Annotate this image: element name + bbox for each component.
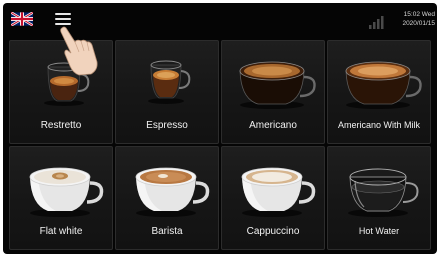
touch-screen: 15:02 Wed 2020/01/15 Restretto Espresso … [3,3,437,254]
drink-tile-americano[interactable]: Americano [221,40,325,144]
hamburger-menu-icon[interactable] [55,13,71,26]
signal-bars-icon [369,16,384,29]
drink-tile-barista[interactable]: Barista [115,146,219,250]
drink-label: Americano [249,120,297,131]
espresso-cup-icon [148,60,191,104]
drink-label: Americano With Milk [337,120,420,130]
drink-label: Hot Water [358,226,400,236]
drink-tile-cappuccino[interactable]: Cappuccino [221,146,325,250]
drink-tile-americano-with-milk[interactable]: Americano With Milk [327,40,431,144]
americano-with-milk-cup-icon [345,61,422,109]
drink-label: Cappuccino [246,226,300,237]
clock-date: 2020/01/15 [402,20,435,27]
uk-flag-icon[interactable] [11,12,33,26]
flat-white-cup-icon [29,167,104,217]
pointing-hand-icon [60,26,98,76]
americano-cup-icon [239,61,316,109]
clock-time: 15:02 Wed [403,11,435,18]
drink-label: Restretto [40,120,82,131]
cappuccino-cup-icon [241,167,316,217]
drink-tile-espresso[interactable]: Espresso [115,40,219,144]
drink-tile-flat-white[interactable]: Flat white [9,146,113,250]
drink-label: Espresso [146,120,188,131]
clock: 15:02 Wed 2020/01/15 [391,10,435,28]
drink-tile-hot-water[interactable]: Hot Water [327,146,431,250]
drink-label: Barista [151,226,183,237]
drink-label: Flat white [39,226,83,237]
hot-water-cup-icon [348,168,419,217]
barista-cup-icon [135,167,210,217]
